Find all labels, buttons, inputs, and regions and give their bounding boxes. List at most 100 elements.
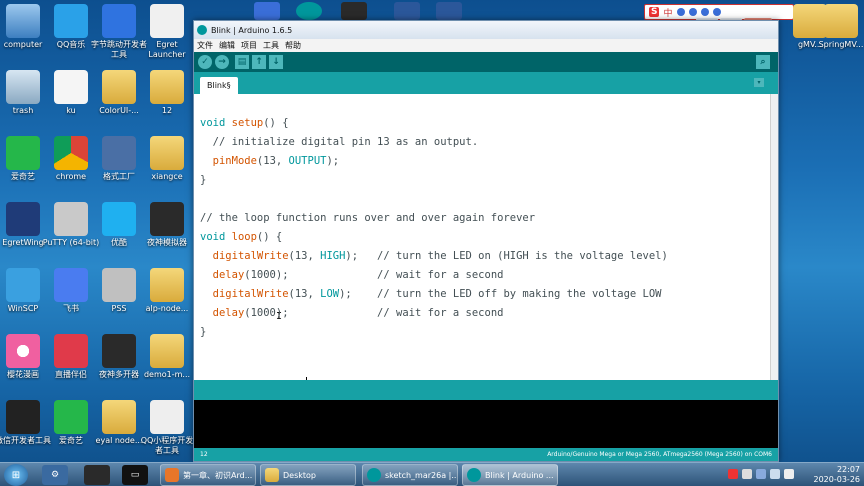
task-item[interactable]: sketch_mar26a |... <box>362 464 458 486</box>
verify-button[interactable]: ✓ <box>198 55 212 69</box>
wps-icon <box>165 468 179 482</box>
tray-icon[interactable] <box>756 469 766 479</box>
code-line: } <box>200 171 206 190</box>
start-button[interactable]: ⊞ <box>4 464 28 486</box>
live-icon <box>54 334 88 368</box>
format-factory-icon <box>102 136 136 170</box>
ime-language[interactable]: 中 <box>663 6 672 19</box>
feishu-icon <box>54 268 88 302</box>
tray-icon[interactable] <box>742 469 752 479</box>
upload-button[interactable]: → <box>215 55 229 69</box>
ime-option-icon[interactable] <box>712 8 721 16</box>
code-token: ); <box>345 250 378 262</box>
code-line: // the loop function runs over and over … <box>200 209 535 228</box>
tab-menu-button[interactable]: ▾ <box>754 78 764 87</box>
code-token: (1000); <box>244 307 378 319</box>
code-token: LOW <box>320 288 340 300</box>
terminal-icon[interactable]: ▭ <box>122 465 148 485</box>
task-item[interactable]: 第一章、初识Ard... <box>160 464 256 486</box>
app-icon[interactable] <box>254 2 280 20</box>
sogou-tray-icon[interactable] <box>728 469 738 479</box>
desktop-icon-label: 12 <box>161 106 173 115</box>
youku-icon <box>102 202 136 236</box>
desktop-icon[interactable]: xiangce <box>138 136 196 182</box>
desktop-icon-label: 优酷 <box>111 238 127 247</box>
menu-tools[interactable]: 工具 <box>263 40 279 51</box>
editor-scrollbar[interactable] <box>770 94 778 380</box>
code-token: // initialize digital pin 13 as an outpu… <box>200 136 479 148</box>
desktop-icon-label: 直播伴侣 <box>55 370 87 379</box>
iqiyi-icon <box>6 136 40 170</box>
code-line: delay(1000); // wait for a second <box>200 304 504 323</box>
desktop-icon[interactable]: alp-node... <box>138 268 196 314</box>
desktop-icon[interactable]: demo1-m... <box>138 334 196 380</box>
desktop-icon-label: 夜神模拟器 <box>147 238 187 247</box>
arduino-icon <box>467 468 481 482</box>
menu-help[interactable]: 帮助 <box>285 40 301 51</box>
network-icon[interactable] <box>770 469 780 479</box>
task-label: Desktop <box>283 470 316 480</box>
title-bar[interactable]: Blink | Arduino 1.6.5 <box>194 21 778 39</box>
code-token: // wait for a second <box>377 269 504 281</box>
task-item[interactable]: Desktop <box>260 464 356 486</box>
pss-icon <box>102 268 136 302</box>
menu-sketch[interactable]: 项目 <box>241 40 257 51</box>
taskbar: ⊞ ⚙ ▭ 第一章、初识Ard... Desktop sketch_mar26a… <box>0 462 864 486</box>
console-output[interactable] <box>194 400 778 448</box>
arduino-icon[interactable] <box>296 2 322 20</box>
open-button[interactable]: ↑ <box>252 55 266 69</box>
code-token: ); <box>339 288 378 300</box>
desktop-icon-label: 夜神多开器 <box>99 370 139 379</box>
nox-icon[interactable] <box>341 2 367 20</box>
nox-icon <box>150 202 184 236</box>
egretwing-icon <box>6 202 40 236</box>
code-line: digitalWrite(13, LOW); // turn the LED o… <box>200 285 662 304</box>
code-token: // wait for a second <box>377 307 504 319</box>
nox-icon[interactable] <box>84 465 110 485</box>
ku-icon <box>54 70 88 104</box>
qq-music-icon <box>54 4 88 38</box>
clock[interactable]: 22:07 2020-03-26 <box>814 465 861 485</box>
volume-icon[interactable] <box>784 469 794 479</box>
folder-icon <box>824 4 858 38</box>
nox-multi-icon <box>102 334 136 368</box>
word-icon[interactable] <box>394 2 420 20</box>
ime-option-icon[interactable] <box>676 8 685 16</box>
desktop-icon[interactable]: SpringMV... <box>818 4 864 50</box>
desktop-icon[interactable]: Egret Launcher <box>138 4 196 60</box>
desktop-icon-label: PSS <box>111 304 127 313</box>
desktop-icon-label: SpringMV... <box>818 40 864 49</box>
sogou-icon[interactable]: S <box>649 7 660 17</box>
code-editor[interactable]: I void setup() { // initialize digital p… <box>194 94 770 393</box>
ime-option-icon[interactable] <box>700 8 709 16</box>
folder-icon <box>150 268 184 302</box>
desktop-icon[interactable]: 12 <box>138 70 196 116</box>
menu-file[interactable]: 文件 <box>197 40 213 51</box>
menu-bar: 文件 编辑 项目 工具 帮助 <box>194 39 778 52</box>
desktop-icon-label: WinSCP <box>7 304 39 313</box>
bytedance-devtools-icon <box>102 4 136 38</box>
computer-icon <box>6 4 40 38</box>
arduino-logo-icon <box>197 25 207 35</box>
serial-monitor-button[interactable]: ⌕ <box>756 55 770 69</box>
desktop-icon-label: alp-node... <box>145 304 189 313</box>
ime-option-icon[interactable] <box>688 8 697 16</box>
code-line: void loop() { <box>200 228 282 247</box>
code-token: digitalWrite <box>212 288 289 300</box>
menu-edit[interactable]: 编辑 <box>219 40 235 51</box>
tab-blink[interactable]: Blink§ <box>200 77 238 94</box>
desktop-icon[interactable]: 夜神模拟器 <box>138 202 196 248</box>
new-button[interactable]: ▤ <box>235 55 249 69</box>
code-token: (13, <box>288 288 321 300</box>
desktop-icon[interactable]: QQ小程序开发者工具 <box>138 400 196 456</box>
task-item-active[interactable]: Blink | Arduino ... <box>462 464 558 486</box>
word-icon[interactable] <box>436 2 462 20</box>
settings-gear-icon[interactable]: ⚙ <box>42 465 68 485</box>
trash-icon <box>6 70 40 104</box>
save-button[interactable]: ↓ <box>269 55 283 69</box>
tab-bar: Blink§ ▾ <box>194 72 778 94</box>
code-token: digitalWrite <box>212 250 289 262</box>
task-label: sketch_mar26a |... <box>385 470 458 480</box>
